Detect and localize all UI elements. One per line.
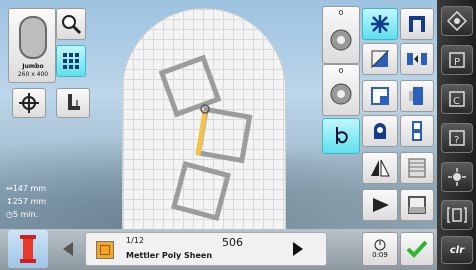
stitch-density-button[interactable] <box>362 115 398 147</box>
presser-foot-icon <box>330 29 352 51</box>
program-icon: P <box>449 52 465 68</box>
left-arrow-icon <box>63 242 73 256</box>
stitch-time-row: ◷5 min. <box>6 210 38 219</box>
presser-shape-icon <box>374 123 386 139</box>
needle-position-button[interactable] <box>56 88 90 118</box>
stitch-pattern-button[interactable] <box>400 152 434 184</box>
hoop-select-button[interactable]: Jumbo 260 x 400 <box>8 8 56 83</box>
help-icon: ? <box>449 130 465 146</box>
sun-gear-icon <box>448 168 466 186</box>
design-preview <box>158 54 253 222</box>
thread-cutter-button[interactable] <box>362 8 398 40</box>
tension-counter: 0 <box>338 67 344 75</box>
clock-icon: ◷ <box>6 210 13 219</box>
mirror-triangle-icon <box>371 159 390 177</box>
design-height-row: ↕257 mm <box>6 197 46 206</box>
play-design-button[interactable] <box>362 189 398 221</box>
mirror-button[interactable] <box>362 152 398 184</box>
eco-mode-button[interactable] <box>441 200 473 230</box>
time-value: 0:09 <box>372 251 388 259</box>
frame-check-icon <box>371 87 389 105</box>
arrows-blocks-icon <box>407 53 427 65</box>
personal-program-button[interactable]: C <box>441 84 473 114</box>
diamond-icon <box>447 11 467 31</box>
rotate-design-button[interactable] <box>400 80 434 112</box>
hook-icon <box>409 16 425 32</box>
center-design-button[interactable] <box>12 88 46 118</box>
hoop-corner-button[interactable] <box>362 43 398 75</box>
foot-height-counter: 0 <box>338 9 344 17</box>
svg-text:?: ? <box>454 135 459 146</box>
thread-spool-button[interactable] <box>8 230 48 268</box>
frame-icon <box>408 196 426 214</box>
grid-toggle-button[interactable] <box>56 45 86 77</box>
thread-spool-icon <box>20 235 36 263</box>
thread-number: 506 <box>222 236 243 249</box>
time-button[interactable]: 0:09 <box>362 232 398 266</box>
svg-text:C: C <box>453 96 460 107</box>
height-icon: ↕ <box>6 197 13 206</box>
color-swatch <box>96 241 114 259</box>
design-square-top <box>158 54 222 118</box>
thread-name: Mettler Poly Sheen <box>126 251 213 260</box>
home-button[interactable] <box>441 6 473 36</box>
checkmark-icon <box>406 240 428 258</box>
single-color-mode-button[interactable] <box>322 118 360 154</box>
tension-dial-icon <box>330 83 352 105</box>
help-button[interactable]: ? <box>441 123 473 153</box>
layout-button[interactable] <box>400 189 434 221</box>
foot-height-button[interactable]: 0 <box>322 6 360 64</box>
needle-thread-icon <box>336 127 348 144</box>
hoop-icon <box>19 16 47 59</box>
magnifier-icon <box>62 15 82 35</box>
corner-square-icon <box>371 50 390 69</box>
design-square-bottom <box>170 160 232 222</box>
svg-text:P: P <box>454 57 460 68</box>
width-icon: ↔ <box>6 184 13 193</box>
brackets-icon <box>447 207 467 223</box>
tension-button[interactable]: 0 <box>322 64 360 116</box>
settings-button[interactable] <box>441 162 473 192</box>
tall-block-icon <box>409 87 423 105</box>
program-button[interactable]: P <box>441 45 473 75</box>
design-width: 147 mm <box>12 184 47 193</box>
right-arrow-icon <box>293 242 303 256</box>
grid-icon <box>63 53 79 69</box>
design-width-row: ↔147 mm <box>6 184 46 193</box>
resize-design-button[interactable] <box>400 115 434 147</box>
clear-button[interactable]: clr <box>441 236 473 264</box>
stitch-back-button[interactable] <box>400 8 434 40</box>
slim-block-icon <box>412 121 422 141</box>
move-design-button[interactable] <box>400 43 434 75</box>
needle-foot-icon <box>68 94 80 110</box>
personal-icon: C <box>449 91 465 107</box>
hoop-name: Jumbo <box>22 63 44 70</box>
asterisk-icon <box>371 15 389 33</box>
connector-stitch <box>195 110 208 156</box>
clear-label: clr <box>449 244 465 256</box>
hoop-preview[interactable] <box>122 8 286 242</box>
stitch-time: 5 min. <box>12 210 39 219</box>
zoom-button[interactable] <box>56 8 86 40</box>
design-height: 257 mm <box>12 197 47 206</box>
right-triangle-icon <box>373 198 389 212</box>
hoop-size: 260 x 400 <box>17 71 49 78</box>
frame-check-button[interactable] <box>362 80 398 112</box>
color-index: 1/12 <box>126 236 144 245</box>
confirm-button[interactable] <box>400 232 434 266</box>
pattern-fill-icon <box>408 158 426 178</box>
crosshair-icon <box>19 93 39 113</box>
clock-icon <box>374 239 386 251</box>
next-color-button[interactable] <box>288 238 308 260</box>
previous-color-button[interactable] <box>58 238 78 260</box>
